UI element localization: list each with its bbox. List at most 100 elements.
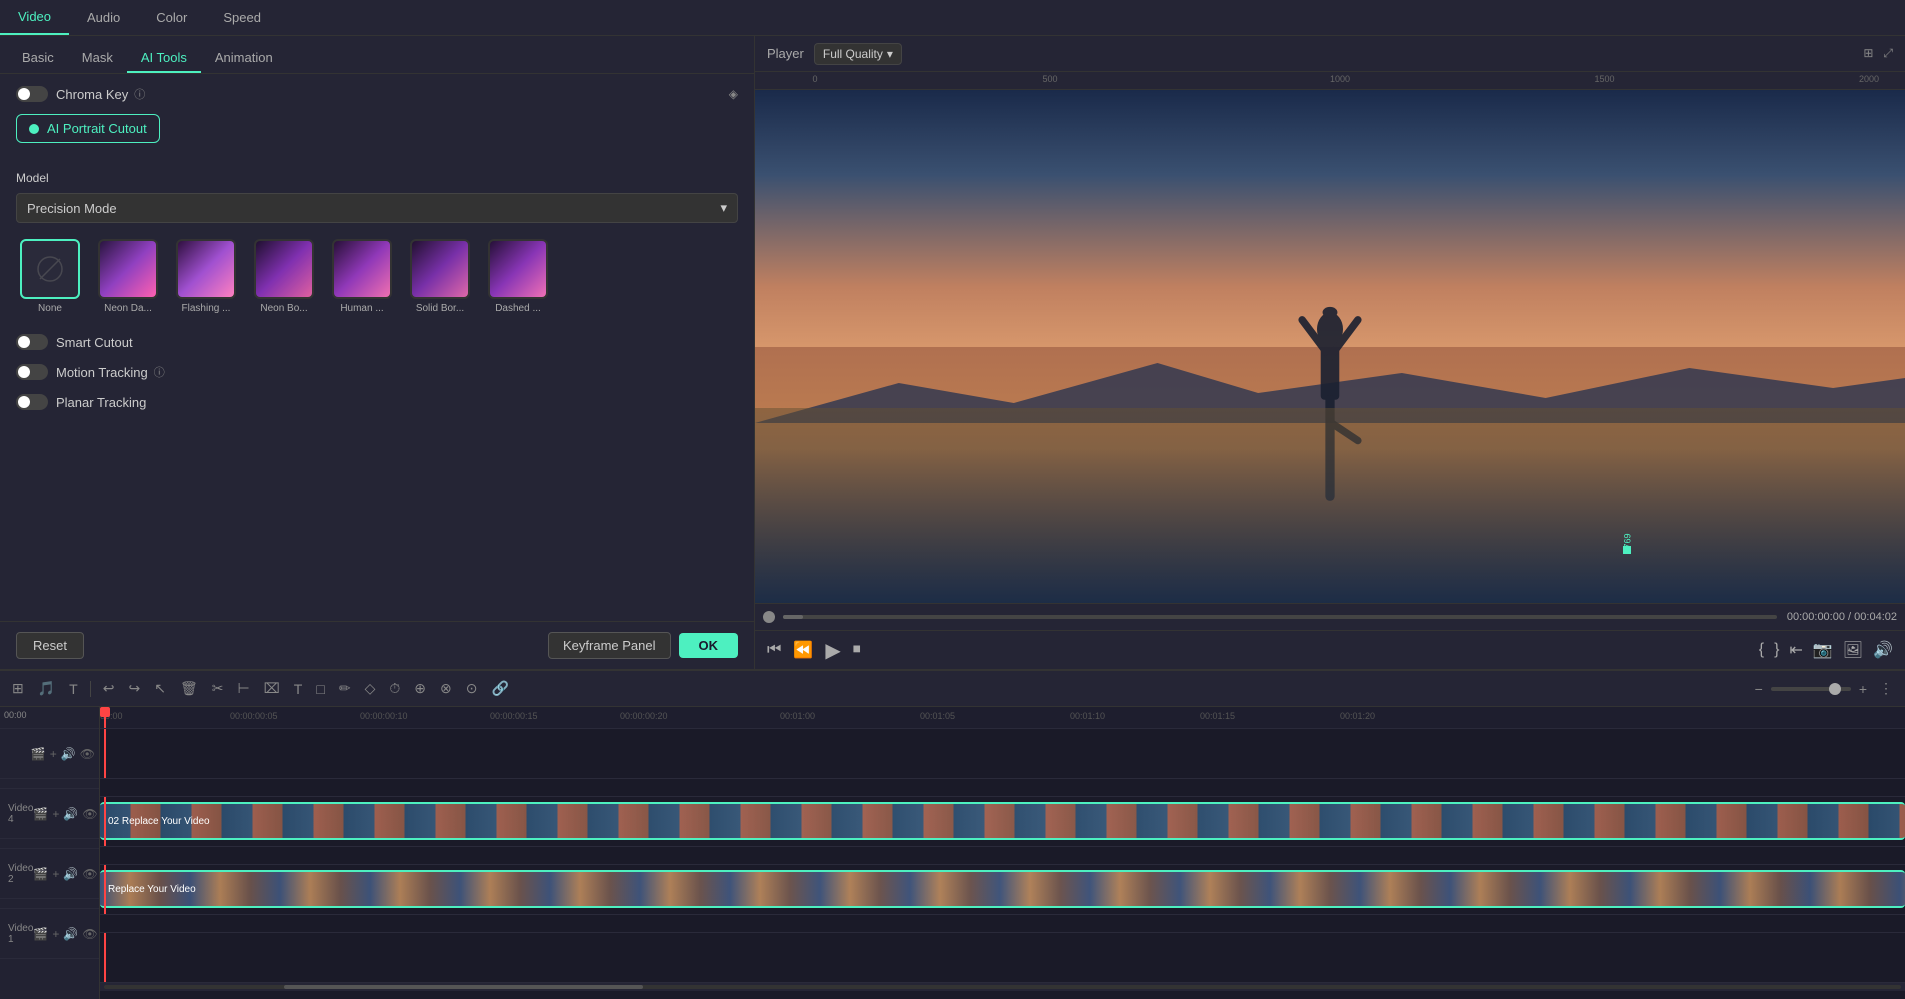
tl-icon-audio-0[interactable]: 🔊 [61,747,76,761]
timeline-scrollbar[interactable] [100,983,1905,991]
trim-end-icon[interactable]: } [1774,640,1779,660]
tl-zoom-out-btn[interactable]: − [1751,679,1767,699]
tl-more-btn[interactable]: ⋮ [1875,678,1897,699]
tl-draw-btn[interactable]: ✏ [335,678,355,699]
quality-select[interactable]: Full Quality ▾ [814,43,902,65]
preset-flashing[interactable]: Flashing ... [172,239,240,314]
tl-icon-eye-v4[interactable]: 👁 [82,807,97,821]
model-select-dropdown[interactable]: Precision Mode ▾ [16,193,738,223]
tl-select-btn[interactable]: ↖ [150,678,170,699]
tl-icon-film-v2[interactable]: 🎬 [33,867,48,881]
tl-icon-film-v4[interactable]: 🎬 [33,807,48,821]
tl-icon-eye-0[interactable]: 👁 [80,747,95,761]
track-clip-video2[interactable]: Replace Your Video [100,870,1905,908]
play-button[interactable]: ▶ [825,638,840,663]
tl-text2-btn[interactable]: T [290,679,307,699]
tl-spacer-v2 [0,839,99,849]
motion-tracking-toggle[interactable] [16,364,48,380]
tl-track-ctrl-0: 🎬 + 🔊 👁 [0,729,99,779]
tl-icon-audio-v1[interactable]: 🔊 [63,927,78,941]
tl-add-media-btn[interactable]: ⊞ [8,678,28,699]
preset-none-label: None [16,303,84,314]
tl-icon-audio-v2[interactable]: 🔊 [63,867,78,881]
tl-icon-eye-v1[interactable]: 👁 [82,927,97,941]
tl-undo-btn[interactable]: ↩ [99,678,119,699]
timeline-body: 00:00 🎬 + 🔊 👁 Video 4 🎬 + 🔊 👁 [0,707,1905,999]
timeline-ruler-row[interactable]: 00:00 00:00:00:05 00:00:00:10 00:00:00:1… [100,707,1905,729]
preset-solid-bor[interactable]: Solid Bor... [406,239,474,314]
tab-color[interactable]: Color [138,0,205,35]
smart-cutout-toggle[interactable] [16,334,48,350]
subtab-basic[interactable]: Basic [8,44,68,73]
tl-icon-add-v1[interactable]: + [52,927,59,941]
scrollbar-thumb[interactable] [284,985,643,989]
keyframe-panel-button[interactable]: Keyframe Panel [548,632,671,659]
track-spacer-3 [100,915,1905,933]
grid-icon[interactable]: ⊞ [1863,46,1873,61]
tl-redo-btn[interactable]: ↪ [124,678,144,699]
snapshot-icon[interactable]: 📷 [1813,640,1833,660]
chroma-key-info-icon[interactable]: ⓘ [134,86,145,102]
ai-portrait-button[interactable]: AI Portrait Cutout [16,114,160,143]
smart-cutout-label: Smart Cutout [56,335,133,350]
preset-solid-bor-thumb [410,239,470,299]
tl-icon-add-0[interactable]: + [50,747,57,761]
tl-delete-btn[interactable]: 🗑 [176,678,202,699]
prev-frame-button[interactable]: ⏮ [767,641,781,659]
subtab-mask[interactable]: Mask [68,44,127,73]
tl-split-btn[interactable]: ⊢ [233,678,253,699]
subtab-aitools[interactable]: AI Tools [127,44,201,73]
reset-button[interactable]: Reset [16,632,84,659]
tl-icon-film-0[interactable]: 🎬 [31,747,46,761]
fullscreen-icon[interactable]: ⤢ [1883,46,1893,61]
subtab-animation[interactable]: Animation [201,44,287,73]
tl-cut-btn[interactable]: ✂ [208,678,228,699]
trim-start-icon[interactable]: { [1759,640,1764,660]
tl-speed-btn[interactable]: ⏱ [385,678,404,699]
tab-audio[interactable]: Audio [69,0,138,35]
track-clip-video4[interactable]: 02 Replace Your Video [100,802,1905,840]
quality-chevron: ▾ [887,47,893,61]
snapshot2-icon[interactable]: 🖼 [1843,640,1863,660]
tl-icon-eye-v2[interactable]: 👁 [82,867,97,881]
motion-tracking-info-icon[interactable]: ⓘ [154,364,165,380]
playhead-line-v1 [104,933,106,982]
go-start-icon[interactable]: ⇤ [1789,640,1802,660]
tl-link-btn[interactable]: 🔗 [487,678,512,699]
tl-add-audio-btn[interactable]: 🎵 [34,678,59,699]
tab-video[interactable]: Video [0,0,69,35]
playhead-dot[interactable] [763,611,775,623]
tl-3d-btn[interactable]: ⊙ [462,678,482,699]
ruler-mark-1500: 1500 [1595,74,1615,84]
chroma-key-toggle[interactable] [16,86,48,102]
player-timeline-track[interactable] [783,615,1777,619]
preset-dashed[interactable]: Dashed ... [484,239,552,314]
volume-icon[interactable]: 🔊 [1873,640,1893,660]
smart-cutout-row: Smart Cutout [16,334,738,350]
tl-add-text-btn[interactable]: T [65,679,82,699]
preset-human[interactable]: Human ... [328,239,396,314]
tab-speed[interactable]: Speed [205,0,279,35]
tl-icon-film-v1[interactable]: 🎬 [33,927,48,941]
tl-icon-add-v2[interactable]: + [52,867,59,881]
planar-tracking-row: Planar Tracking [16,394,738,410]
tl-stab-btn[interactable]: ⊗ [436,678,456,699]
scrollbar-track[interactable] [104,985,1901,989]
stop-button[interactable]: ⏹ [853,641,861,659]
tl-shape-btn[interactable]: □ [312,679,328,699]
tl-icon-add-v4[interactable]: + [52,807,59,821]
tl-mask-btn[interactable]: ⊕ [410,678,430,699]
step-back-button[interactable]: ⏪ [793,640,813,660]
panel-content: Chroma Key ⓘ ◈ AI Portrait Cutout Model … [0,74,754,621]
tl-icon-audio-v4[interactable]: 🔊 [63,807,78,821]
planar-tracking-toggle[interactable] [16,394,48,410]
preset-none[interactable]: None [16,239,84,314]
tl-keyframe-btn[interactable]: ◇ [361,678,380,699]
ok-button[interactable]: OK [679,633,739,658]
tl-zoom-in-btn[interactable]: + [1855,679,1871,699]
preset-neon-bo[interactable]: Neon Bo... [250,239,318,314]
tl-zoom-track[interactable] [1771,687,1851,691]
tl-crop-btn[interactable]: ⌧ [260,678,284,699]
preset-neon-da[interactable]: Neon Da... [94,239,162,314]
pin-icon[interactable]: ◈ [729,87,738,101]
